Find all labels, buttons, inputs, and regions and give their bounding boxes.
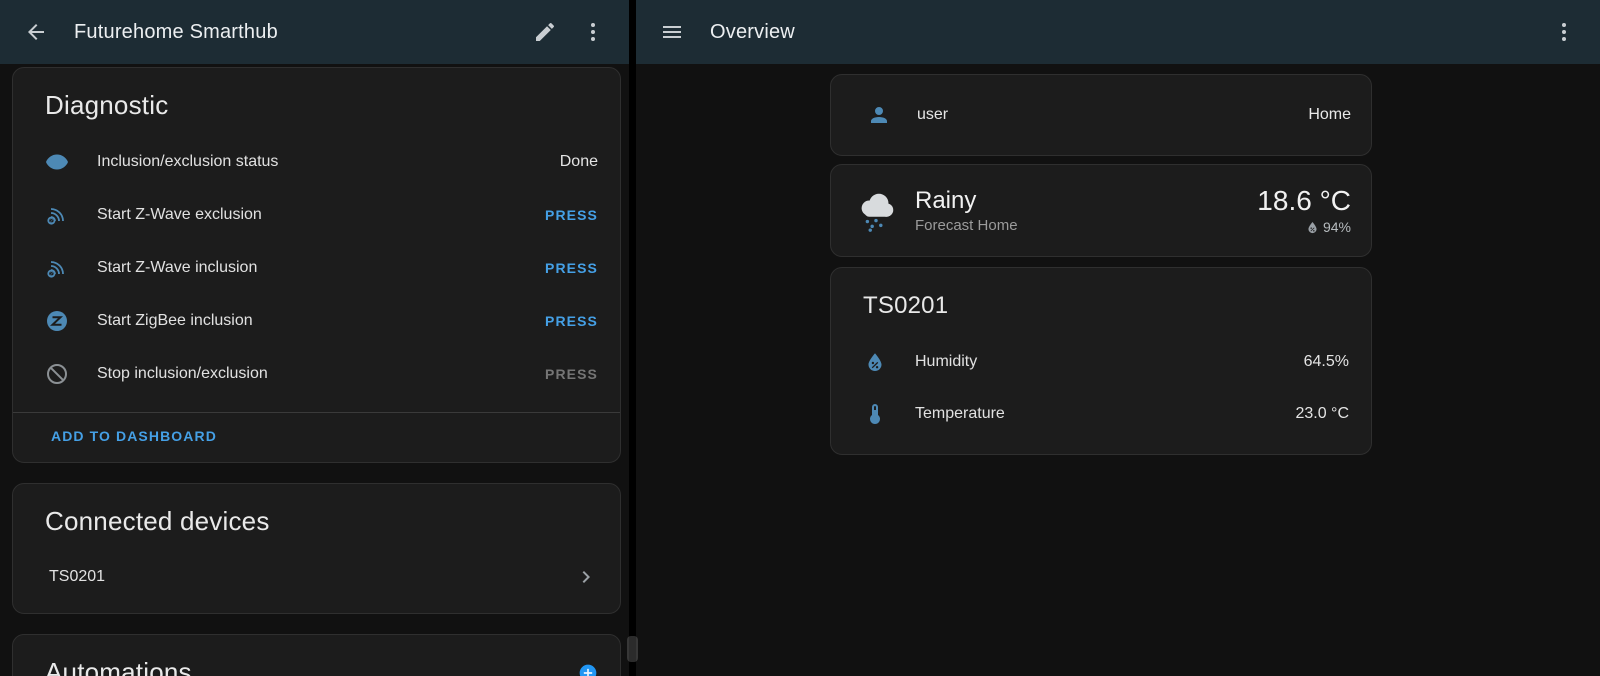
row-label: Inclusion/exclusion status [97,153,278,171]
overview-content: user Home [636,64,1600,676]
split-screen: Futurehome Smarthub Diagnostic Inclusion… [0,0,1600,676]
right-overflow-menu-button[interactable] [1540,8,1588,56]
automations-card: Automations [12,634,621,676]
kebab-menu-icon [581,20,605,44]
edit-button[interactable] [521,8,569,56]
overview-panel: Overview user Home [636,0,1600,676]
automations-title-row: Automations [13,635,620,676]
device-page-content: Diagnostic Inclusion/exclusion status Do… [0,64,629,676]
left-overflow-menu-button[interactable] [569,8,617,56]
svg-text:2: 2 [50,271,53,277]
sensor-card-title: TS0201 [831,268,1371,336]
diagnostic-row-inclusion-status[interactable]: Inclusion/exclusion status Done [13,135,620,188]
split-divider-handle[interactable] [627,636,638,662]
sensor-row-humidity[interactable]: Humidity 64.5% [831,336,1371,388]
zwave-icon: 2 [45,256,69,280]
thermometer-icon [863,402,887,426]
weather-subtitle: Forecast Home [915,217,1018,234]
sensor-row-temperature[interactable]: Temperature 23.0 °C [831,388,1371,440]
split-divider[interactable] [629,0,636,676]
diagnostic-card: Diagnostic Inclusion/exclusion status Do… [12,67,621,463]
hamburger-icon [660,20,684,44]
diagnostic-row-zwave-exclusion[interactable]: 2 Start Z-Wave exclusion PRESS [13,188,620,241]
device-name: TS0201 [49,568,105,586]
row-label: Start ZigBee inclusion [97,312,253,330]
weather-readings: 18.6 °C 94% [1257,186,1351,236]
connected-devices-title: Connected devices [13,484,620,551]
sidebar-menu-button[interactable] [648,8,696,56]
row-label: Start Z-Wave exclusion [97,206,262,224]
back-button[interactable] [12,8,60,56]
diagnostic-row-zigbee-inclusion[interactable]: Start ZigBee inclusion PRESS [13,294,620,347]
sensor-label: Temperature [915,405,1005,423]
sensor-value: 64.5% [1304,353,1349,371]
back-arrow-icon [24,20,48,44]
pencil-icon [533,20,557,44]
device-page-title: Futurehome Smarthub [74,21,278,44]
press-button-disabled: PRESS [545,366,598,382]
automations-title: Automations [45,657,192,676]
weather-condition-block: Rainy Forecast Home [915,187,1018,234]
kebab-menu-icon [1552,20,1576,44]
weather-card[interactable]: Rainy Forecast Home 18.6 °C 94% [830,164,1372,257]
press-button[interactable]: PRESS [545,260,598,276]
add-to-dashboard-button[interactable]: ADD TO DASHBOARD [13,413,233,462]
water-percent-icon [1305,220,1320,235]
weather-rainy-icon [853,188,899,234]
weather-condition: Rainy [915,187,1018,215]
right-app-bar: Overview [636,0,1600,64]
device-page-panel: Futurehome Smarthub Diagnostic Inclusion… [0,0,629,676]
person-icon [867,103,891,127]
sensor-label: Humidity [915,353,977,371]
row-value: Done [560,153,598,171]
sensor-device-card: TS0201 Humidity 64.5% Temperature 23.0 °… [830,267,1372,455]
weather-humidity-row: 94% [1257,219,1351,235]
row-label: Start Z-Wave inclusion [97,259,257,277]
eye-icon [45,150,69,174]
zwave-icon: 2 [45,203,69,227]
diagnostic-row-zwave-inclusion[interactable]: 2 Start Z-Wave inclusion PRESS [13,241,620,294]
device-list-item[interactable]: TS0201 [13,551,620,613]
press-button[interactable]: PRESS [545,313,598,329]
svg-text:2: 2 [50,218,53,224]
left-app-bar: Futurehome Smarthub [0,0,629,64]
humidity-icon [863,350,887,374]
weather-humidity: 94% [1323,219,1351,235]
connected-devices-card: Connected devices TS0201 [12,483,621,614]
row-label: Stop inclusion/exclusion [97,365,268,383]
overview-title: Overview [710,21,795,44]
diagnostic-card-title: Diagnostic [13,68,620,135]
zigbee-icon [45,309,69,333]
user-name: user [917,106,948,124]
chevron-right-icon [574,565,598,589]
add-automation-button[interactable] [578,663,598,676]
diagnostic-row-stop-inclusion[interactable]: Stop inclusion/exclusion PRESS [13,347,620,400]
weather-temperature: 18.6 °C [1257,186,1351,217]
press-button[interactable]: PRESS [545,207,598,223]
plus-circle-icon [578,663,598,676]
user-state: Home [1308,106,1351,124]
user-card[interactable]: user Home [830,74,1372,156]
blocked-icon [45,362,69,386]
sensor-value: 23.0 °C [1295,405,1349,423]
